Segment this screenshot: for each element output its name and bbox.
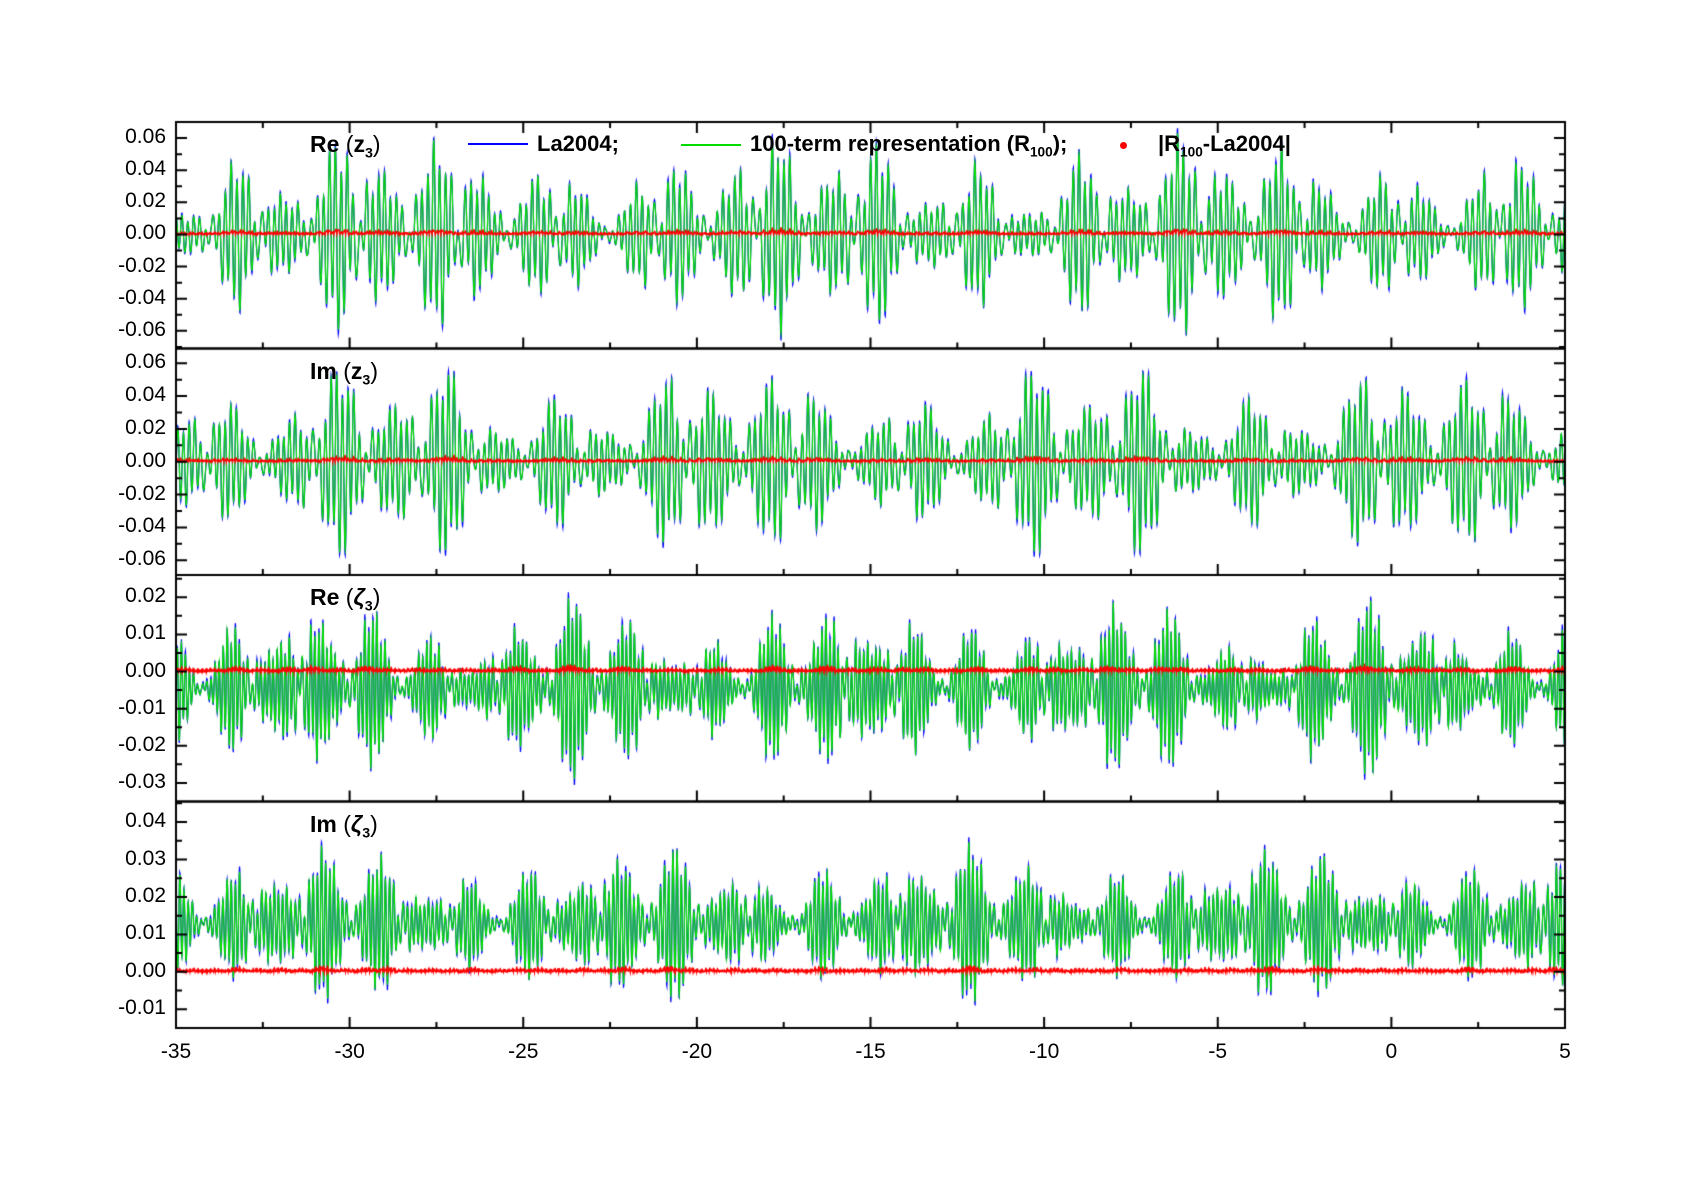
y-tick-label: 0.01 [125,921,166,945]
chart-canvas [0,0,1696,1181]
y-tick-label: 0.00 [125,658,166,682]
panel-title: Im (ζ3) [310,810,378,842]
y-tick-label: 0.02 [125,883,166,907]
legend-dot-swatch [1120,141,1127,149]
y-tick-label: 0.00 [125,958,166,982]
legend-item: 100-term representation (R100); [681,131,1067,159]
x-tick-label: -5 [1208,1040,1228,1063]
panel-title: Re (z3) [310,131,381,162]
y-tick-label: -0.01 [118,695,166,719]
y-tick-label: 0.06 [125,350,166,374]
y-tick-label: 0.03 [125,846,166,870]
y-tick-label: 0.04 [125,383,166,407]
x-tick-label: -25 [508,1040,539,1063]
y-tick-label: -0.01 [118,996,166,1020]
y-tick-label: 0.00 [125,221,166,245]
y-tick-label: -0.04 [118,285,166,309]
y-tick-label: -0.02 [118,253,166,277]
x-tick-label: -20 [681,1040,713,1063]
x-tick-label: -35 [160,1040,192,1063]
y-tick-label: 0.02 [125,415,166,439]
x-tick-label: -30 [334,1040,365,1063]
legend-item: |R100-La2004| [1120,131,1291,159]
panel-title: Re (ζ3) [310,584,381,615]
legend-line-swatch [681,144,741,147]
y-tick-label: -0.02 [118,481,166,505]
y-tick-label: 0.00 [125,448,166,472]
x-tick-label: 5 [1559,1040,1571,1063]
y-tick-label: -0.04 [118,514,166,538]
y-tick-label: 0.02 [125,584,166,608]
y-tick-label: -0.06 [118,547,166,571]
legend-label: La2004; [537,131,619,156]
figure: 0.06 0.04 0.02 0.00 -0.02 -0.04 -0.06 0.06 0.04 0… [0,0,1696,1181]
legend-item: La2004; [468,131,619,157]
legend-label: 100-term representation (R100); [750,131,1068,160]
legend-label: |R100-La2004| [1158,131,1291,160]
y-tick-label: -0.02 [118,732,166,756]
y-tick-label: 0.02 [125,189,166,213]
x-tick-label: 0 [1385,1040,1398,1063]
legend-line-swatch [468,143,528,145]
y-tick-label: 0.04 [125,157,166,181]
y-tick-label: 0.01 [125,621,166,645]
y-tick-label: -0.03 [118,769,166,793]
x-tick-label: -10 [1028,1040,1060,1063]
y-tick-label: -0.06 [118,317,166,341]
y-tick-label: 0.06 [125,125,166,149]
y-tick-label: 0.04 [125,809,166,833]
panel-title: Im (z3) [310,357,379,389]
x-tick-label: -15 [855,1040,886,1063]
